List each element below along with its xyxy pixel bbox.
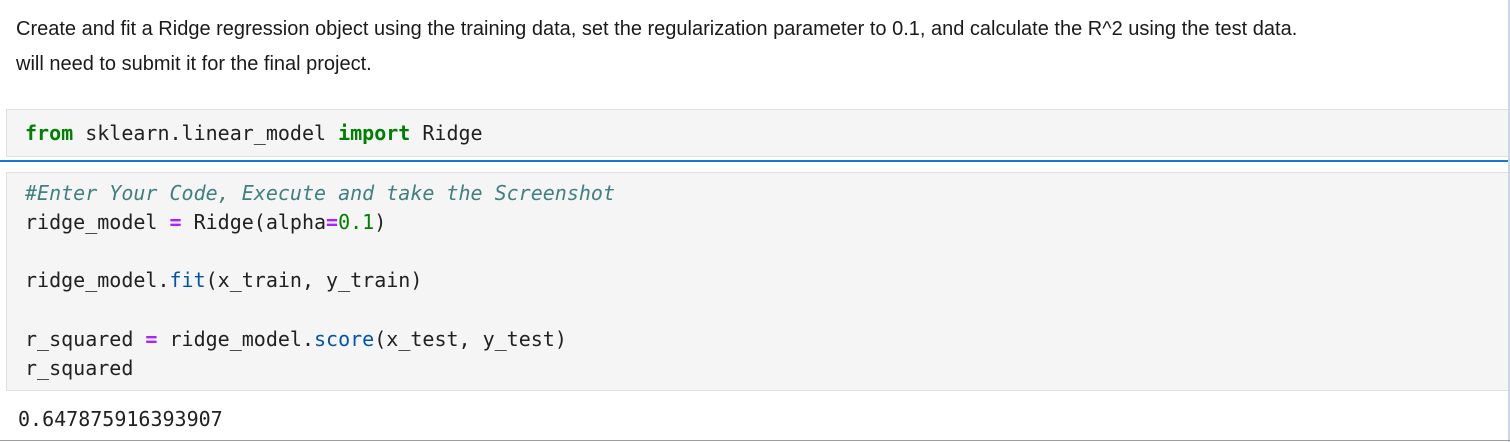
- cell-bottom-border: [0, 440, 1510, 441]
- code-line-fit: ridge_model.fit(x_train, y_train): [25, 268, 423, 292]
- code-line-import: from sklearn.linear_model import Ridge: [25, 121, 483, 145]
- keyword-import: import: [338, 121, 411, 145]
- code-line-model: ridge_model = Ridge(alpha=0.1): [25, 210, 387, 234]
- cell-output: 0.647875916393907: [18, 407, 223, 431]
- keyword-from: from: [25, 121, 74, 145]
- module-name: sklearn.linear_model: [73, 121, 339, 145]
- markdown-cell: Create and fit a Ridge regression object…: [0, 0, 1510, 100]
- instruction-text-line-2: will need to submit it for the final pro…: [16, 53, 372, 75]
- code-line-score: r_squared = ridge_model.score(x_test, y_…: [25, 327, 567, 351]
- instruction-text-line-1: Create and fit a Ridge regression object…: [16, 18, 1298, 40]
- code-comment: #Enter Your Code, Execute and take the S…: [25, 181, 616, 205]
- code-cell-ridge[interactable]: #Enter Your Code, Execute and take the S…: [6, 172, 1510, 391]
- code-cell-import[interactable]: from sklearn.linear_model import Ridge: [6, 109, 1510, 157]
- code-line-result-var: r_squared: [25, 356, 134, 380]
- active-cell-indicator: [0, 160, 1510, 162]
- import-name: Ridge: [410, 121, 483, 145]
